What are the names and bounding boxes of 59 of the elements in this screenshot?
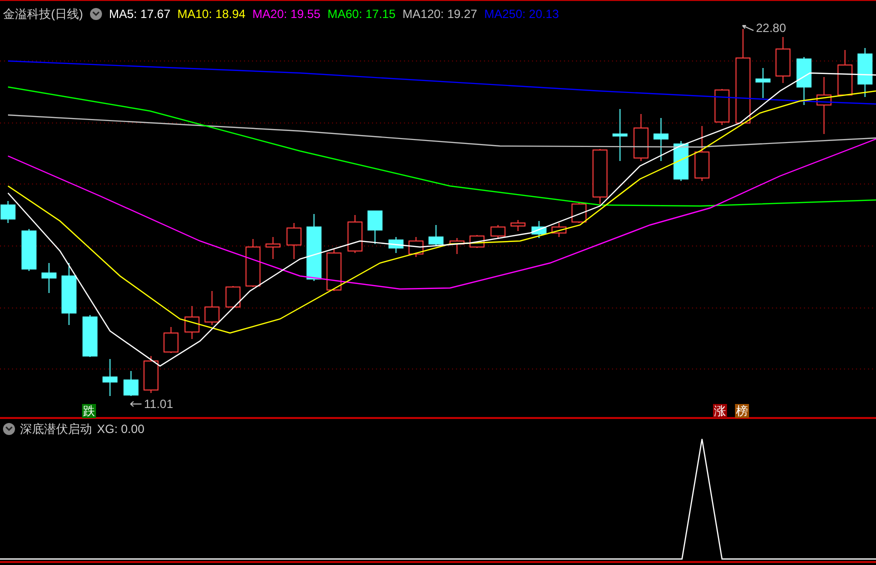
moving-average-label: MA120: 19.27 bbox=[402, 6, 478, 22]
candlestick bbox=[654, 118, 668, 162]
candlestick bbox=[510, 220, 526, 232]
chevron-down-icon[interactable] bbox=[90, 8, 102, 20]
candlestick bbox=[388, 236, 404, 254]
candlestick bbox=[144, 356, 158, 394]
candlestick bbox=[634, 114, 648, 162]
candlestick bbox=[450, 238, 464, 254]
candlestick bbox=[266, 236, 280, 260]
signal-marker: 跌 bbox=[82, 404, 96, 418]
candlestick bbox=[612, 108, 628, 162]
candlestick bbox=[532, 220, 546, 238]
chart-title: 金溢科技(日线) bbox=[2, 6, 83, 22]
price-label: 11.01 bbox=[144, 397, 174, 411]
candlestick bbox=[858, 48, 872, 98]
moving-average-label: MA5: 17.67 bbox=[109, 6, 170, 22]
candlestick bbox=[756, 68, 770, 98]
signal-marker: 涨 bbox=[713, 404, 727, 418]
moving-average-label: MA10: 18.94 bbox=[177, 6, 246, 22]
moving-average-label: MA20: 19.55 bbox=[252, 6, 320, 22]
candlestick bbox=[326, 248, 342, 292]
candlestick bbox=[246, 238, 260, 288]
candlestick bbox=[42, 262, 56, 294]
candlestick bbox=[306, 214, 322, 282]
candlestick bbox=[816, 76, 832, 134]
candlestick bbox=[0, 200, 16, 224]
pointer-arrow-icon bbox=[742, 25, 754, 31]
candlestick bbox=[592, 148, 608, 204]
candlestick bbox=[694, 126, 710, 182]
candlestick bbox=[572, 202, 586, 224]
chevron-down-icon[interactable] bbox=[3, 423, 15, 435]
candlestick bbox=[428, 224, 444, 246]
moving-average-label: MA250: 20.13 bbox=[484, 6, 559, 22]
candlestick bbox=[796, 56, 812, 106]
candlestick bbox=[838, 50, 852, 96]
candlestick bbox=[124, 370, 138, 396]
candlestick bbox=[62, 262, 76, 326]
candlestick bbox=[286, 222, 302, 260]
moving-average-label: MA60: 17.15 bbox=[327, 6, 396, 22]
candlestick bbox=[22, 228, 36, 272]
indicator-title: 深底潜伏启动 bbox=[20, 421, 92, 437]
candlestick bbox=[348, 214, 362, 254]
candlestick bbox=[204, 290, 220, 326]
signal-marker: 榜 bbox=[735, 404, 749, 418]
candlestick bbox=[714, 88, 730, 126]
candlestick bbox=[552, 222, 566, 238]
candlestick bbox=[368, 210, 382, 244]
candlestick bbox=[408, 236, 424, 258]
candlestick bbox=[776, 36, 790, 84]
candlestick bbox=[164, 326, 178, 354]
candlestick bbox=[82, 314, 98, 358]
price-label: 22.80 bbox=[756, 21, 786, 35]
candlestick bbox=[674, 140, 688, 182]
indicator-value: XG: 0.00 bbox=[97, 421, 144, 437]
candlestick bbox=[184, 306, 200, 340]
candlestick bbox=[226, 286, 240, 308]
candlestick bbox=[102, 358, 118, 396]
candlestick bbox=[490, 224, 506, 240]
pointer-arrow-icon bbox=[130, 401, 142, 407]
